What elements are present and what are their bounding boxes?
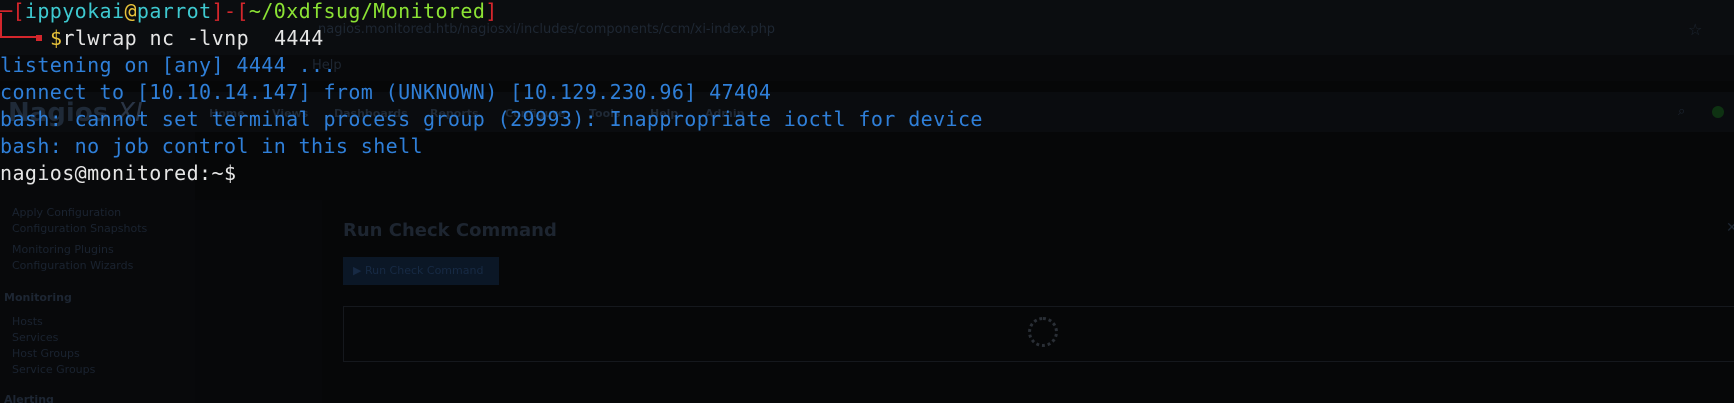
- prompt-corner-tip: [36, 35, 42, 41]
- prompt-line: ─[ippyokai@parrot]-[~/0xdfsug/Monitored]: [0, 0, 498, 23]
- prompt-at: @: [124, 0, 137, 23]
- command-line[interactable]: $rlwrap nc -lvnp 4444: [50, 25, 324, 51]
- terminal-window[interactable]: ─[ippyokai@parrot]-[~/0xdfsug/Monitored]…: [0, 0, 1734, 403]
- output-line-no-job-control: bash: no job control in this shell: [0, 134, 423, 158]
- prompt-open-bracket: [: [12, 0, 25, 23]
- prompt-close-bracket: ]: [485, 0, 498, 23]
- command-text: rlwrap nc -lvnp 4444: [62, 26, 324, 50]
- prompt-path: ~/0xdfsug/Monitored: [248, 0, 486, 23]
- output-line-listening: listening on [any] 4444 ...: [0, 53, 336, 77]
- prompt-symbol: $: [50, 26, 63, 50]
- output-line-connect: connect to [10.10.14.147] from (UNKNOWN)…: [0, 80, 772, 104]
- prompt-user: ippyokai: [24, 0, 125, 23]
- prompt-host: parrot: [136, 0, 212, 23]
- output-line-ioctl-warning: bash: cannot set terminal process group …: [0, 107, 983, 131]
- shell-prompt-nagios[interactable]: nagios@monitored:~$: [0, 160, 236, 186]
- prompt-separator: ]-[: [211, 0, 249, 23]
